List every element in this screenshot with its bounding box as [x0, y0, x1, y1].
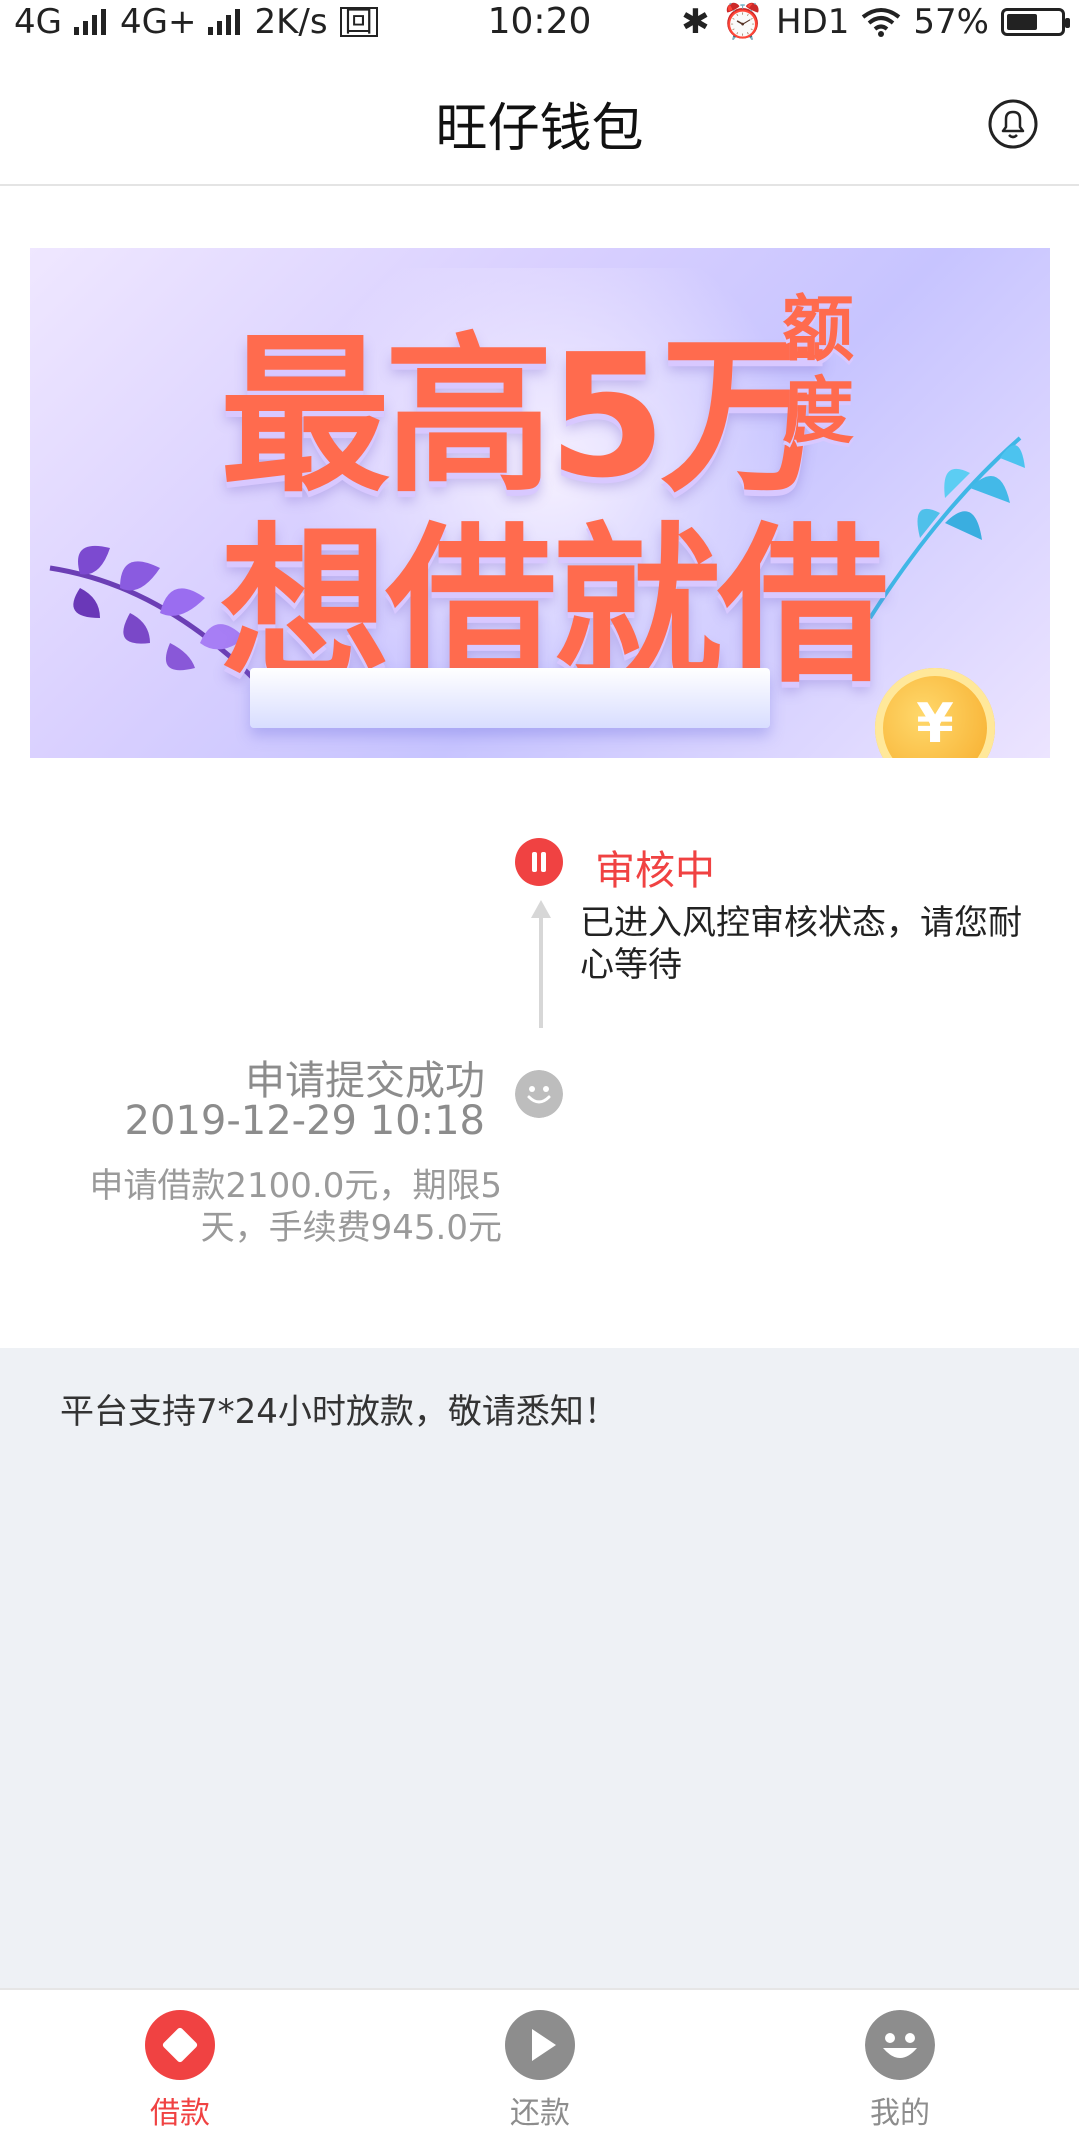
coin-icon: ¥	[875, 668, 995, 758]
pause-status-icon	[515, 838, 563, 886]
current-status-desc: 已进入风控审核状态，请您耐心等待	[580, 903, 1022, 985]
bell-icon[interactable]	[987, 98, 1039, 150]
diamond-icon	[145, 2010, 215, 2080]
nav-label-borrow: 借款	[150, 2096, 210, 2131]
promo-banner[interactable]: 最高5万 额度 想借就借 ¥	[30, 248, 1050, 758]
bottom-nav: 借款 还款 我的	[0, 1988, 1079, 2131]
status-time: 10:20	[487, 1, 592, 42]
coin-symbol: ¥	[916, 692, 954, 755]
smiley-status-icon	[515, 1070, 563, 1118]
banner-stage	[250, 668, 770, 728]
notice-text: 平台支持7*24小时放款，敬请悉知！	[60, 1392, 618, 1432]
notice-area: 平台支持7*24小时放款，敬请悉知！	[0, 1348, 1079, 1988]
nav-label-mine: 我的	[870, 2096, 930, 2131]
submitted-time: 2019-12-29 10:18	[124, 1098, 485, 1144]
current-status-title: 审核中	[595, 848, 715, 894]
nav-label-repay: 还款	[510, 2096, 570, 2131]
app-header: 旺仔钱包	[0, 60, 1079, 186]
nav-item-borrow[interactable]: 借款	[80, 2010, 280, 2132]
page-title: 旺仔钱包	[435, 99, 644, 159]
nav-item-mine[interactable]: 我的	[800, 2010, 1000, 2132]
banner-headline-suffix: 额度	[782, 287, 855, 453]
play-icon	[505, 2010, 575, 2080]
timeline-connector	[539, 910, 543, 1028]
smiley-icon	[865, 2010, 935, 2080]
nav-item-repay[interactable]: 还款	[440, 2010, 640, 2132]
submitted-desc: 申请借款2100.0元，期限5天，手续费945.0元	[89, 1166, 502, 1248]
